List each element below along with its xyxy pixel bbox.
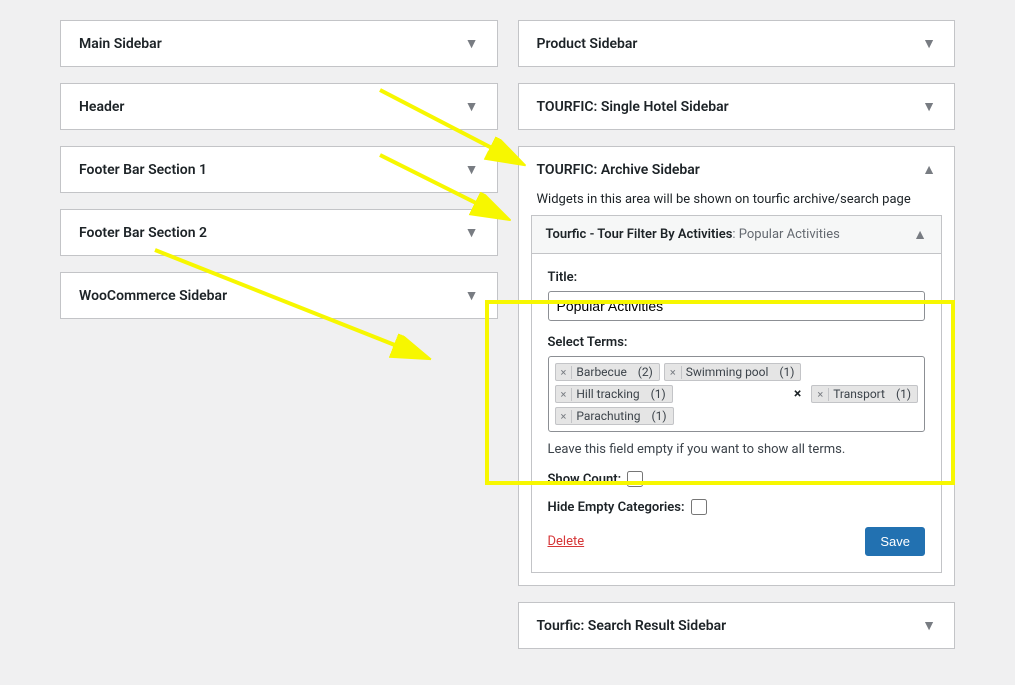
term-name: Parachuting (576, 409, 640, 423)
delete-link[interactable]: Delete (548, 534, 585, 549)
chevron-down-icon: ▼ (465, 161, 479, 178)
widget-area-title: Header (79, 99, 124, 115)
term-name: Swimming pool (686, 365, 769, 379)
widget-area-title: Product Sidebar (537, 36, 638, 52)
widget-area-title: Footer Bar Section 1 (79, 162, 207, 178)
term-name: Transport (833, 387, 885, 401)
widget-area-title: Footer Bar Section 2 (79, 225, 207, 241)
widget-item-tour-filter: Tourfic - Tour Filter By Activities: Pop… (531, 215, 943, 573)
widget-area-single-hotel[interactable]: TOURFIC: Single Hotel Sidebar ▼ (518, 83, 956, 130)
term-count: (1) (651, 387, 666, 401)
left-sidebar-areas: Main Sidebar ▼ Header ▼ Footer Bar Secti… (60, 20, 498, 649)
helper-text: Leave this field empty if you want to sh… (548, 442, 926, 457)
term-name: Hill tracking (576, 387, 639, 401)
show-count-checkbox[interactable] (627, 471, 643, 487)
chevron-down-icon: ▼ (465, 35, 479, 52)
term-tag: × Hill tracking (1) (555, 385, 673, 403)
widget-area-archive-header[interactable]: TOURFIC: Archive Sidebar ▲ (519, 147, 955, 192)
widget-item-title-main: Tourfic - Tour Filter By Activities (546, 227, 733, 242)
remove-term-icon[interactable]: × (665, 366, 682, 379)
widget-area-title: Tourfic: Search Result Sidebar (537, 618, 727, 634)
widget-area-woocommerce[interactable]: WooCommerce Sidebar ▼ (60, 272, 498, 319)
term-count: (1) (896, 387, 911, 401)
save-button[interactable]: Save (865, 527, 925, 556)
term-tag: × Barbecue (2) (555, 363, 660, 381)
remove-term-icon[interactable]: × (556, 410, 573, 423)
right-sidebar-areas: Product Sidebar ▼ TOURFIC: Single Hotel … (518, 20, 956, 649)
widget-item-title-sub: : Popular Activities (732, 227, 839, 242)
chevron-down-icon: ▼ (922, 617, 936, 634)
widget-area-title: TOURFIC: Single Hotel Sidebar (537, 99, 729, 115)
widget-item-header[interactable]: Tourfic - Tour Filter By Activities: Pop… (532, 216, 942, 254)
widget-area-title: WooCommerce Sidebar (79, 288, 227, 304)
chevron-up-icon: ▲ (922, 161, 936, 178)
widget-area-search-result[interactable]: Tourfic: Search Result Sidebar ▼ (518, 602, 956, 649)
term-count: (1) (651, 409, 666, 423)
widget-area-title: TOURFIC: Archive Sidebar (537, 162, 700, 178)
widget-area-archive: TOURFIC: Archive Sidebar ▲ Widgets in th… (518, 146, 956, 586)
term-count: (2) (638, 365, 653, 379)
widget-area-footer-2[interactable]: Footer Bar Section 2 ▼ (60, 209, 498, 256)
remove-term-icon[interactable]: × (556, 366, 573, 379)
select-terms-label: Select Terms: (548, 335, 926, 350)
hide-empty-label: Hide Empty Categories: (548, 500, 685, 515)
select-terms-box[interactable]: × Barbecue (2) × Swimming pool (1) (548, 356, 926, 432)
widget-area-main-sidebar[interactable]: Main Sidebar ▼ (60, 20, 498, 67)
chevron-down-icon: ▼ (922, 98, 936, 115)
term-name: Barbecue (576, 365, 626, 379)
term-tag: × Parachuting (1) (555, 407, 674, 425)
chevron-down-icon: ▼ (922, 35, 936, 52)
chevron-down-icon: ▼ (465, 287, 479, 304)
chevron-down-icon: ▼ (465, 98, 479, 115)
show-count-label: Show Count: (548, 472, 622, 487)
remove-term-icon[interactable]: × (812, 388, 829, 401)
title-label: Title: (548, 270, 926, 285)
widget-area-footer-1[interactable]: Footer Bar Section 1 ▼ (60, 146, 498, 193)
hide-empty-checkbox[interactable] (691, 499, 707, 515)
term-tag: × Transport (1) (811, 385, 918, 403)
widget-area-title: Main Sidebar (79, 36, 162, 52)
widget-area-product-sidebar[interactable]: Product Sidebar ▼ (518, 20, 956, 67)
chevron-up-icon: ▲ (913, 226, 927, 243)
term-tag: × Swimming pool (1) (664, 363, 802, 381)
remove-term-icon[interactable]: × (556, 388, 573, 401)
widget-area-description: Widgets in this area will be shown on to… (519, 192, 955, 215)
chevron-down-icon: ▼ (465, 224, 479, 241)
widget-area-header[interactable]: Header ▼ (60, 83, 498, 130)
term-count: (1) (779, 365, 794, 379)
close-terms-icon[interactable]: × (788, 386, 807, 402)
title-input[interactable] (548, 291, 926, 321)
